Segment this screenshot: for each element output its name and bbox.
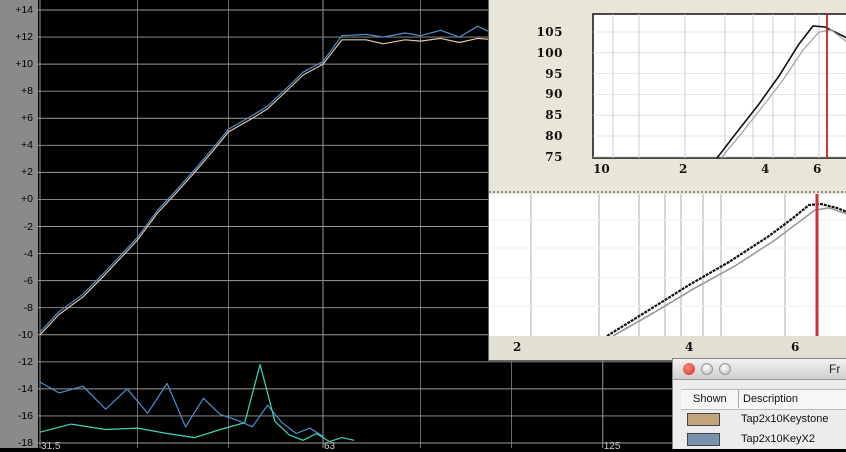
y-tick-label: -8 [23, 301, 33, 314]
inset-y-tick: 105 [536, 25, 563, 39]
minimize-button[interactable] [701, 363, 713, 375]
inset-y-tick: 75 [545, 149, 563, 164]
inset-x-tick: 10 [593, 162, 610, 176]
zoom-button[interactable] [719, 363, 731, 375]
y-tick-label: +12 [15, 31, 33, 44]
column-header-shown[interactable]: Shown [693, 390, 727, 408]
x-tick-label: 63 [324, 441, 336, 452]
inset-y-tick: 90 [545, 87, 563, 102]
y-tick-label: +10 [15, 58, 33, 71]
y-tick-label: -16 [17, 409, 33, 422]
column-header-description[interactable]: Description [743, 390, 798, 408]
inset-y-tick: 80 [545, 129, 563, 143]
inset-y-tick: 95 [545, 66, 563, 81]
y-tick-label: +14 [15, 4, 33, 16]
y-tick-label: -18 [17, 437, 33, 449]
y-tick-label: +0 [21, 193, 33, 206]
y-tick-label: -4 [23, 247, 33, 260]
inset-y-tick: 100 [536, 45, 563, 60]
inset-bottom-x-tick: 2 [513, 340, 522, 354]
inset-bottom-x-tick: 6 [791, 340, 800, 354]
close-button[interactable] [683, 363, 695, 375]
legend-titlebar[interactable]: Fr [673, 359, 846, 380]
y-tick-label: +8 [21, 85, 33, 98]
analyzer-view: +14 +12 +10 +8 +6 +4 +2 +0 -2 -4 -6 -8 -10 -12 -14 -16 -… [0, 0, 846, 452]
series-name: Tap2x10KeyX2 [741, 433, 815, 445]
inset-x-tick: 6 [813, 162, 822, 176]
y-tick-label: -14 [17, 382, 33, 395]
y-axis-strip: +14 +12 +10 +8 +6 +4 +2 +0 -2 -4 -6 -8 -10 -12 -14 -16 -… [0, 0, 38, 449]
y-tick-label: +6 [21, 112, 33, 125]
series-color-swatch[interactable] [687, 413, 720, 426]
series-color-swatch[interactable] [687, 433, 720, 446]
header-divider [738, 390, 739, 408]
inset-x-tick: 4 [761, 162, 770, 176]
y-tick-label: -12 [17, 355, 33, 368]
legend-row[interactable]: Tap2x10KeyX2 [687, 430, 845, 448]
y-tick-label: -2 [23, 220, 33, 233]
spl-inset-panel: 105 100 95 90 85 80 75 10 2 4 6 2 4 6 [488, 0, 846, 361]
y-tick-label: +2 [21, 166, 33, 179]
y-tick-label: -10 [17, 328, 33, 341]
x-tick-label: 125 [603, 441, 621, 452]
inset-y-tick: 85 [545, 108, 563, 123]
x-tick-label: 31.5 [41, 441, 61, 452]
legend-row[interactable]: Tap2x10Keystone [687, 410, 845, 428]
inset-x-tick: 2 [679, 162, 688, 176]
y-tick-label: -6 [23, 274, 33, 287]
legend-window-title: Fr [829, 362, 841, 376]
series-name: Tap2x10Keystone [741, 413, 829, 425]
y-tick-label: +4 [21, 139, 33, 152]
inset-bottom-x-tick: 4 [685, 340, 694, 354]
inset-bottom-plot-area [489, 194, 846, 336]
legend-window: Fr Shown Description Tap2x10Keystone Tap… [672, 358, 846, 449]
